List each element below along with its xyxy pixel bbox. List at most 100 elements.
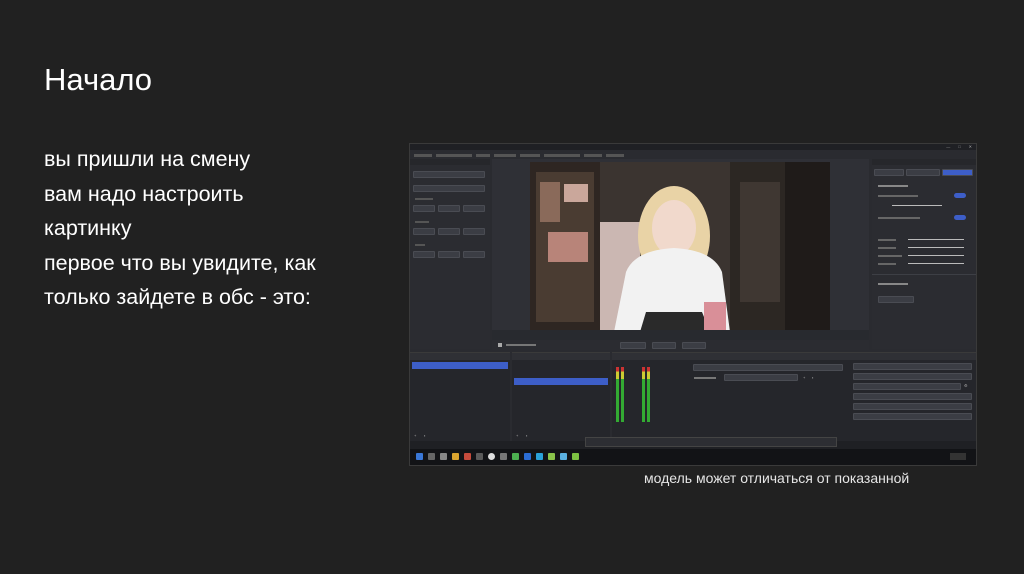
controls-dock: ⚙ [850,352,976,451]
setting-label [878,255,902,257]
settings-button[interactable] [853,403,972,410]
menu-item[interactable] [414,153,432,157]
scene-item[interactable] [412,370,508,377]
duration-field[interactable] [724,374,798,381]
studio-mode-button[interactable] [853,393,972,400]
setting-label [878,195,918,197]
obs-icon[interactable] [488,453,495,460]
obs-titlebar: — □ ✕ [410,144,976,150]
audio-meter [616,367,619,422]
image-caption: модель может отличаться от показанной [644,470,910,486]
slider[interactable] [908,247,964,248]
virtual-camera-button[interactable] [853,383,961,390]
windows-taskbar [410,437,976,465]
obs-preview[interactable] [492,159,869,332]
exit-button[interactable] [853,413,972,420]
camera-icon [498,342,502,347]
control-button[interactable] [463,205,485,212]
taskbar-app-icon[interactable] [476,453,483,460]
control-button[interactable] [438,251,460,258]
scene-item[interactable] [412,362,508,369]
windows-start-icon[interactable] [416,453,423,460]
taskbar-app-icon[interactable] [512,453,519,460]
taskbar-app-icon[interactable] [572,453,579,460]
setting-label [878,217,920,219]
taskbar-app-icon[interactable] [560,453,567,460]
source-item[interactable] [514,370,608,377]
group-label [415,198,433,200]
toggle-switch[interactable] [954,193,966,198]
control-button[interactable] [463,228,485,235]
audio-meter [642,367,645,422]
preset-button[interactable] [878,296,914,303]
source-item[interactable] [514,378,608,385]
plus-icon[interactable]: + [803,375,805,380]
control-button[interactable] [413,251,435,258]
menu-item[interactable] [520,153,540,157]
folder-icon[interactable] [452,453,459,460]
taskbar-app-icon[interactable] [536,453,543,460]
control-button[interactable] [413,185,485,192]
properties-button[interactable] [620,341,646,349]
plus-icon[interactable]: + [516,433,518,438]
taskbar-app-icon[interactable] [464,453,471,460]
slider[interactable] [908,255,964,256]
maximize-icon[interactable]: □ [958,144,960,149]
camera-settings-panel [872,159,976,349]
dock-header [410,353,510,360]
control-button[interactable] [438,205,460,212]
trash-icon[interactable]: ▪ [526,433,527,438]
menu-item[interactable] [584,153,602,157]
transition-select[interactable] [693,364,843,371]
trash-icon[interactable]: ▪ [424,433,425,438]
group-label [415,244,425,246]
minimize-icon[interactable]: — [946,144,950,149]
body-line: вам надо настроить [44,181,244,206]
trash-icon[interactable]: ▪ [812,375,813,380]
panel-header [410,159,490,165]
disable-button[interactable] [682,341,706,349]
menu-item[interactable] [476,153,490,157]
slide-title: Начало [44,62,153,97]
clock [950,453,966,460]
menu-item[interactable] [606,153,624,157]
control-button[interactable] [413,228,435,235]
menu-item[interactable] [494,153,516,157]
section-label [878,283,908,285]
tab-view[interactable] [874,169,904,176]
tab-framing[interactable] [906,169,940,176]
webcam-video [530,162,830,332]
control-button[interactable] [413,171,485,178]
taskbar-app-icon[interactable] [500,453,507,460]
search-icon[interactable] [428,453,435,460]
close-icon[interactable]: ✕ [969,144,972,149]
taskbar-app-icon[interactable] [440,453,447,460]
window-controls: — □ ✕ [938,144,972,150]
start-streaming-button[interactable] [853,363,972,370]
body-line: картинку [44,216,132,241]
menu-item[interactable] [436,153,472,157]
slider[interactable] [892,205,942,206]
audio-meter [647,367,650,422]
taskbar-app-icon[interactable] [548,453,555,460]
toggle-switch[interactable] [954,215,966,220]
control-button[interactable] [463,251,485,258]
control-button[interactable] [438,228,460,235]
slider[interactable] [908,239,964,240]
notification-toast[interactable] [585,437,837,447]
taskbar-app-icon[interactable] [524,453,531,460]
body-line: вы пришли на смену [44,147,251,171]
start-recording-button[interactable] [853,373,972,380]
gear-icon[interactable]: ⚙ [964,383,968,388]
source-item[interactable] [514,362,608,369]
filters-button[interactable] [652,341,676,349]
slider[interactable] [908,263,964,264]
audio-meter [621,367,624,422]
preview-status-bar [492,330,869,340]
tab-effects[interactable] [942,169,973,176]
plus-icon[interactable]: + [414,433,416,438]
source-toolbar [492,340,869,350]
menu-item[interactable] [544,153,580,157]
control-button[interactable] [413,205,435,212]
section-label [878,185,908,187]
